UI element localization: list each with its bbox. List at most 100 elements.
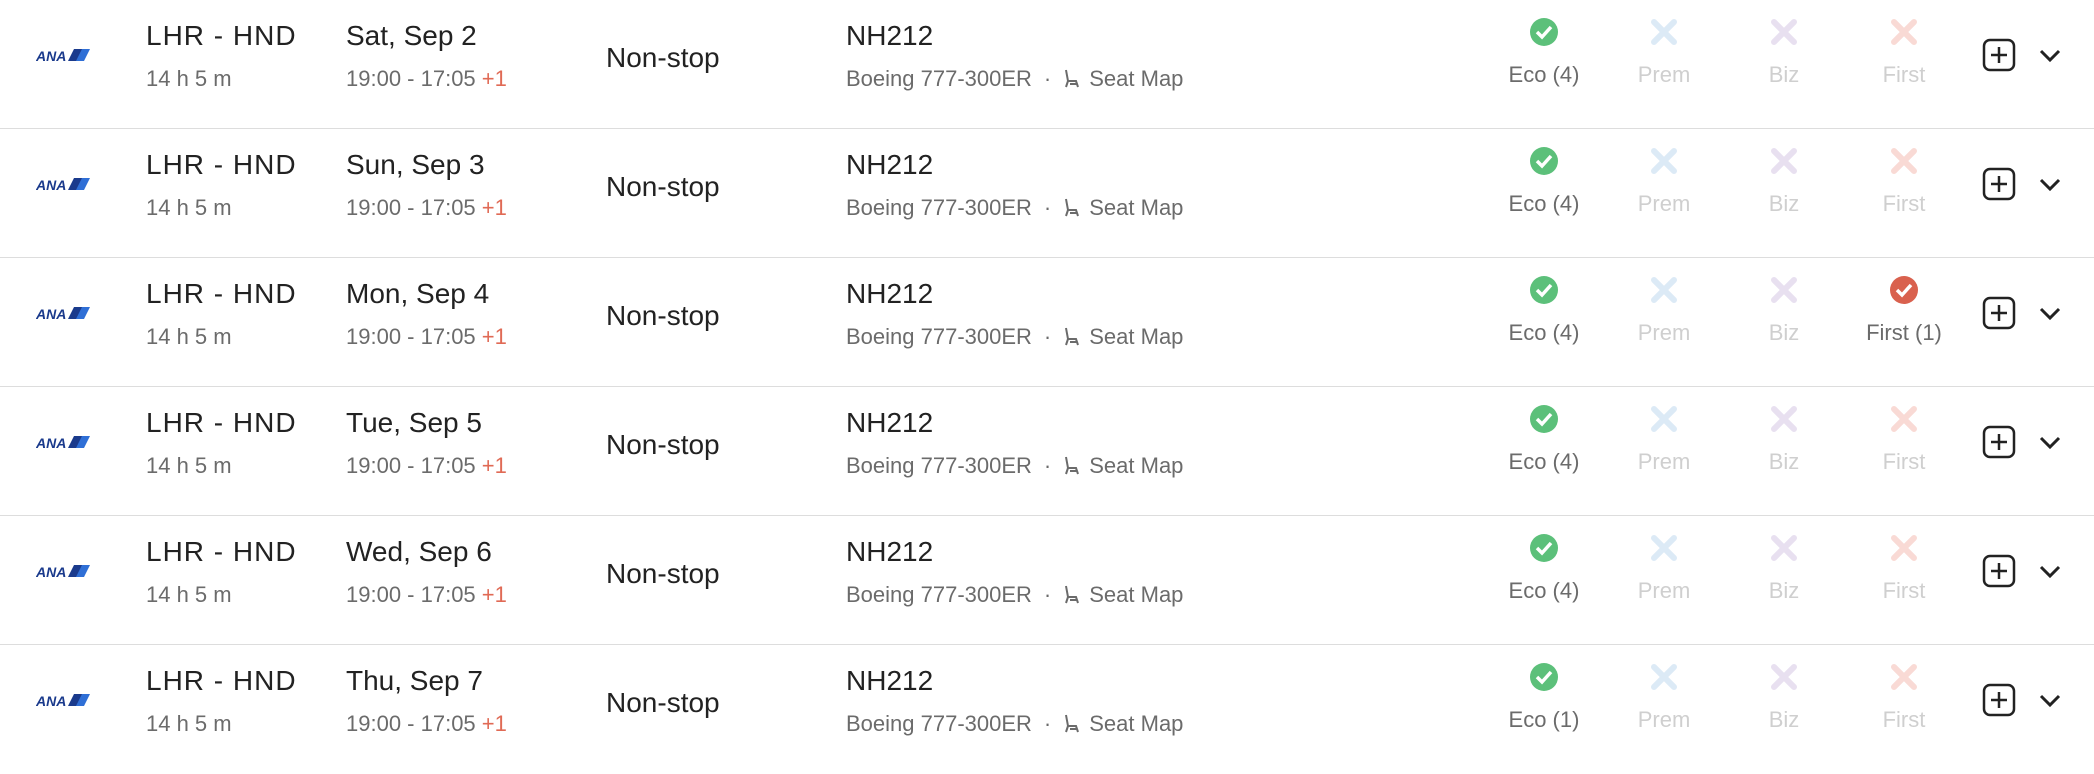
seat-map-link[interactable]: Seat Map xyxy=(1063,711,1183,736)
flight-row[interactable]: ANA LHR - HND 14 h 5 m Sat, Sep 2 19:00 … xyxy=(0,0,2094,129)
svg-text:ANA: ANA xyxy=(36,48,66,64)
check-circle-icon xyxy=(1530,276,1558,304)
cabin-first: First xyxy=(1844,16,1964,88)
cabin-label: First xyxy=(1882,707,1926,732)
flight-row[interactable]: ANA LHR - HND 14 h 5 m Mon, Sep 4 19:00 … xyxy=(0,258,2094,387)
flight-row[interactable]: ANA LHR - HND 14 h 5 m Thu, Sep 7 19:00 … xyxy=(0,645,2094,774)
chevron-down-icon[interactable] xyxy=(2036,44,2064,68)
x-icon xyxy=(1891,406,1917,432)
departure-date: Sun, Sep 3 xyxy=(346,149,485,180)
seat-map-link[interactable]: Seat Map xyxy=(1063,195,1183,220)
x-icon xyxy=(1651,535,1677,561)
flight-times: 19:00 - 17:05 +1 xyxy=(346,582,507,608)
departure-date: Thu, Sep 7 xyxy=(346,665,483,696)
duration: 14 h 5 m xyxy=(146,324,232,349)
cabin-first: First xyxy=(1844,532,1964,604)
chevron-down-icon[interactable] xyxy=(2036,173,2064,197)
seat-map-link[interactable]: Seat Map xyxy=(1063,66,1183,91)
cabin-economy[interactable]: Eco (4) xyxy=(1484,16,1604,88)
seat-icon xyxy=(1065,69,1080,88)
cabin-label: Biz xyxy=(1768,320,1800,345)
stops: Non-stop xyxy=(606,42,720,73)
duration: 14 h 5 m xyxy=(146,66,232,91)
svg-text:ANA: ANA xyxy=(36,693,66,709)
route: LHR - HND xyxy=(146,407,297,438)
duration: 14 h 5 m xyxy=(146,453,232,478)
cabin-first: First xyxy=(1844,145,1964,217)
ana-logo: ANA xyxy=(36,564,90,580)
cabin-business: Biz xyxy=(1724,16,1844,88)
separator-dot: · xyxy=(1043,582,1052,607)
cabin-economy[interactable]: Eco (4) xyxy=(1484,403,1604,475)
cabin-economy[interactable]: Eco (4) xyxy=(1484,274,1604,346)
add-plus-icon[interactable] xyxy=(1982,554,2016,588)
add-plus-icon[interactable] xyxy=(1982,38,2016,72)
cabin-business: Biz xyxy=(1724,274,1844,346)
stops: Non-stop xyxy=(606,687,720,718)
cabin-premium: Prem xyxy=(1604,274,1724,346)
route: LHR - HND xyxy=(146,149,297,180)
cabin-label: Eco (1) xyxy=(1508,707,1580,732)
add-plus-icon[interactable] xyxy=(1982,425,2016,459)
cabin-economy[interactable]: Eco (4) xyxy=(1484,532,1604,604)
aircraft-info: Boeing 777-300ER · Seat Map xyxy=(846,195,1183,221)
svg-text:ANA: ANA xyxy=(36,306,66,322)
x-icon xyxy=(1651,148,1677,174)
cabin-label: Eco (4) xyxy=(1508,320,1580,345)
aircraft-info: Boeing 777-300ER · Seat Map xyxy=(846,453,1183,479)
stops: Non-stop xyxy=(606,429,720,460)
seat-icon xyxy=(1065,327,1080,346)
stops: Non-stop xyxy=(606,171,720,202)
aircraft-type: Boeing 777-300ER xyxy=(846,66,1032,91)
add-plus-icon[interactable] xyxy=(1982,167,2016,201)
cabin-economy[interactable]: Eco (4) xyxy=(1484,145,1604,217)
chevron-down-icon[interactable] xyxy=(2036,560,2064,584)
x-icon xyxy=(1771,406,1797,432)
departure-date: Mon, Sep 4 xyxy=(346,278,490,309)
add-plus-icon[interactable] xyxy=(1982,296,2016,330)
cabin-label: Eco (4) xyxy=(1508,578,1580,603)
check-circle-icon xyxy=(1890,276,1918,304)
aircraft-type: Boeing 777-300ER xyxy=(846,324,1032,349)
aircraft-info: Boeing 777-300ER · Seat Map xyxy=(846,324,1183,350)
check-circle-icon xyxy=(1530,663,1558,691)
flight-row[interactable]: ANA LHR - HND 14 h 5 m Sun, Sep 3 19:00 … xyxy=(0,129,2094,258)
aircraft-info: Boeing 777-300ER · Seat Map xyxy=(846,66,1183,92)
chevron-down-icon[interactable] xyxy=(2036,302,2064,326)
flight-row[interactable]: ANA LHR - HND 14 h 5 m Wed, Sep 6 19:00 … xyxy=(0,516,2094,645)
seat-map-link[interactable]: Seat Map xyxy=(1063,582,1183,607)
x-icon xyxy=(1771,664,1797,690)
chevron-down-icon[interactable] xyxy=(2036,689,2064,713)
check-circle-icon xyxy=(1530,405,1558,433)
seat-map-label: Seat Map xyxy=(1089,324,1184,349)
flight-number: NH212 xyxy=(846,536,934,567)
separator-dot: · xyxy=(1043,195,1052,220)
x-icon xyxy=(1771,19,1797,45)
aircraft-type: Boeing 777-300ER xyxy=(846,195,1032,220)
separator-dot: · xyxy=(1043,66,1052,91)
cabin-premium: Prem xyxy=(1604,532,1724,604)
x-icon xyxy=(1891,148,1917,174)
add-plus-icon[interactable] xyxy=(1982,683,2016,717)
seat-icon xyxy=(1065,714,1080,733)
flight-row[interactable]: ANA LHR - HND 14 h 5 m Tue, Sep 5 19:00 … xyxy=(0,387,2094,516)
cabin-label: Eco (4) xyxy=(1508,191,1580,216)
stops: Non-stop xyxy=(606,558,720,589)
cabin-business: Biz xyxy=(1724,403,1844,475)
cabin-premium: Prem xyxy=(1604,145,1724,217)
seat-map-link[interactable]: Seat Map xyxy=(1063,324,1183,349)
cabin-premium: Prem xyxy=(1604,403,1724,475)
seat-map-link[interactable]: Seat Map xyxy=(1063,453,1183,478)
aircraft-info: Boeing 777-300ER · Seat Map xyxy=(846,711,1183,737)
time-range: 19:00 - 17:05 xyxy=(346,324,476,349)
day-offset: +1 xyxy=(481,711,507,736)
time-range: 19:00 - 17:05 xyxy=(346,711,476,736)
cabin-business: Biz xyxy=(1724,661,1844,733)
seat-icon xyxy=(1065,456,1080,475)
x-icon xyxy=(1771,148,1797,174)
ana-logo: ANA xyxy=(36,48,90,64)
x-icon xyxy=(1651,19,1677,45)
cabin-economy[interactable]: Eco (1) xyxy=(1484,661,1604,733)
chevron-down-icon[interactable] xyxy=(2036,431,2064,455)
cabin-first[interactable]: First (1) xyxy=(1844,274,1964,346)
